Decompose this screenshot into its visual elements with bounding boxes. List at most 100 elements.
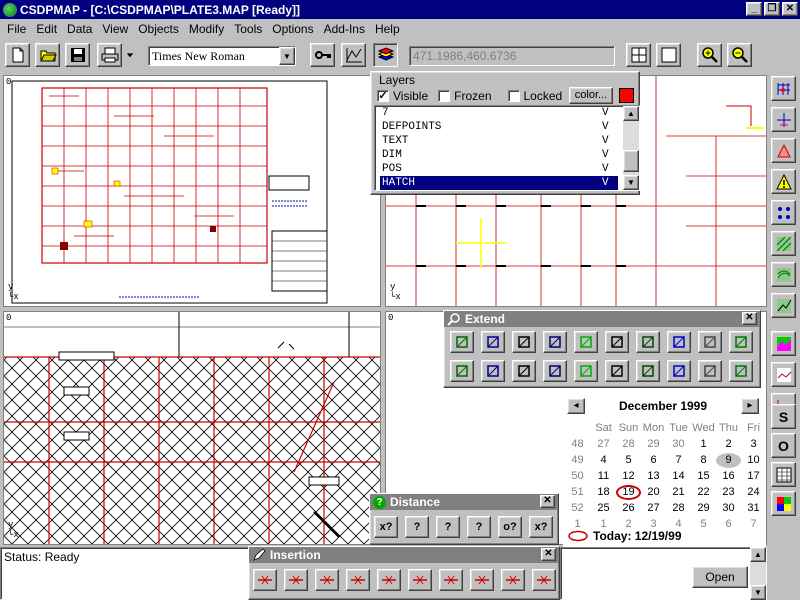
insert-angle-icon[interactable] — [408, 569, 432, 591]
menu-objects[interactable]: Objects — [133, 22, 184, 36]
distance-close-button[interactable]: ✕ — [540, 495, 555, 508]
calendar-day[interactable]: 19 — [616, 485, 641, 500]
app-icon[interactable] — [3, 2, 17, 17]
calendar-day[interactable]: 24 — [741, 485, 766, 500]
close-button[interactable]: ✕ — [782, 2, 798, 16]
menu-file[interactable]: File — [2, 22, 31, 36]
scroll-up-icon[interactable]: ▲ — [750, 547, 766, 562]
calendar-day[interactable]: 14 — [666, 469, 691, 484]
scroll-down-icon[interactable]: ▼ — [750, 585, 766, 600]
calendar-day[interactable]: 27 — [591, 437, 616, 452]
message-scrollbar[interactable]: ▲ ▼ — [750, 547, 766, 600]
insert-node-icon[interactable] — [346, 569, 370, 591]
profile-icon[interactable] — [771, 362, 796, 387]
single-view-icon[interactable] — [656, 43, 681, 67]
menu-edit[interactable]: Edit — [31, 22, 62, 36]
palette-icon[interactable] — [771, 491, 796, 516]
layer-tool-icon[interactable] — [341, 43, 366, 67]
distance-volume-button[interactable]: ? — [467, 516, 491, 538]
menu-options[interactable]: Options — [267, 22, 318, 36]
snap-point-icon[interactable] — [771, 107, 796, 132]
insertion-close-button[interactable]: ✕ — [541, 548, 556, 561]
layer-row[interactable]: DIM V — [380, 148, 618, 162]
layer-row-selected[interactable]: HATCH V — [380, 176, 618, 190]
insert-triangle-icon[interactable] — [532, 569, 556, 591]
extend-titlebar[interactable]: Extend ✕ — [444, 311, 760, 327]
stack-icon[interactable] — [729, 331, 753, 353]
calendar-day[interactable]: 28 — [666, 501, 691, 516]
hatch-tool-icon[interactable] — [771, 231, 796, 256]
warning-icon[interactable] — [771, 169, 796, 194]
calendar-day[interactable]: 15 — [691, 469, 716, 484]
zoom-in-icon[interactable] — [697, 43, 722, 67]
insert-end-icon[interactable] — [377, 569, 401, 591]
distance-area-button[interactable]: ? — [436, 516, 460, 538]
o-button[interactable]: O — [771, 433, 796, 458]
save-disk-icon[interactable] — [65, 43, 90, 67]
calendar-day[interactable]: 6 — [641, 453, 666, 468]
calendar-day[interactable]: 23 — [716, 485, 741, 500]
edit-path-icon[interactable] — [771, 293, 796, 318]
tile-view-icon[interactable] — [626, 43, 651, 67]
distance-point-button[interactable]: x? — [374, 516, 398, 538]
nodes-icon[interactable] — [698, 331, 722, 353]
insert-circle-icon[interactable] — [315, 569, 339, 591]
open-folder-icon[interactable] — [35, 43, 60, 67]
print-icon[interactable] — [97, 43, 122, 67]
document-icon[interactable] — [698, 360, 722, 382]
font-select[interactable]: Times New Roman ▼ — [148, 46, 296, 66]
insert-arc-icon[interactable] — [470, 569, 494, 591]
undo-icon[interactable] — [512, 331, 536, 353]
calendar-day[interactable]: 7 — [741, 517, 766, 532]
rotate-icon[interactable] — [543, 360, 567, 382]
calendar-day[interactable]: 27 — [641, 501, 666, 516]
hatch-lines-icon[interactable] — [574, 360, 598, 382]
shape-icon[interactable] — [771, 138, 796, 163]
drawing-pane-bottom-left[interactable]: 0 y └x — [3, 311, 381, 545]
insertion-titlebar[interactable]: Insertion ✕ — [249, 547, 559, 563]
redo-icon[interactable] — [543, 331, 567, 353]
restore-button[interactable]: ❐ — [764, 2, 780, 16]
key-icon[interactable] — [310, 43, 335, 67]
split-icon[interactable] — [667, 331, 691, 353]
calendar-day[interactable]: 18 — [591, 485, 616, 500]
scene-icon[interactable] — [729, 360, 753, 382]
calendar-day[interactable]: 16 — [716, 469, 741, 484]
insert-cross-icon[interactable] — [284, 569, 308, 591]
layer-row[interactable]: POS V — [380, 162, 618, 176]
insert-point-icon[interactable] — [501, 569, 525, 591]
calendar-day[interactable]: 20 — [641, 485, 666, 500]
visible-checkbox[interactable]: ✓ — [377, 90, 389, 102]
distance-titlebar[interactable]: ? Distance ✕ — [370, 494, 558, 510]
calendar-day[interactable]: 29 — [691, 501, 716, 516]
area-fill-icon[interactable] — [512, 360, 536, 382]
new-file-icon[interactable] — [5, 43, 30, 67]
menu-help[interactable]: Help — [370, 22, 405, 36]
frozen-checkbox[interactable] — [438, 90, 451, 102]
distance-circle-button[interactable]: o? — [498, 516, 522, 538]
layer-row[interactable]: 7V — [380, 106, 618, 120]
calendar-day[interactable]: 1 — [691, 437, 716, 452]
parallel-icon[interactable] — [605, 360, 629, 382]
calendar-day[interactable]: 5 — [616, 453, 641, 468]
nodes-icon[interactable] — [771, 200, 796, 225]
calendar-day[interactable]: 30 — [666, 437, 691, 452]
calendar-day[interactable]: 5 — [691, 517, 716, 532]
layer-copy-icon[interactable] — [636, 331, 660, 353]
move-cross-icon[interactable] — [481, 360, 505, 382]
line-edit-icon[interactable] — [667, 360, 691, 382]
curve-icon[interactable] — [636, 360, 660, 382]
calendar-day[interactable]: 29 — [641, 437, 666, 452]
snap-square-icon[interactable] — [574, 331, 598, 353]
color-swatch[interactable] — [619, 88, 634, 103]
layer-row[interactable]: DEFPOINTS V — [380, 120, 618, 134]
pencil-eraser-icon[interactable] — [481, 331, 505, 353]
today-row[interactable]: Today: 12/19/99 — [567, 529, 682, 543]
open-button[interactable]: Open — [692, 566, 748, 588]
scroll-thumb[interactable] — [623, 150, 639, 172]
s-button[interactable]: S — [771, 404, 796, 429]
calendar-day[interactable]: 12 — [616, 469, 641, 484]
terrain-icon[interactable] — [771, 262, 796, 287]
menu-tools[interactable]: Tools — [229, 22, 267, 36]
calendar-day[interactable]: 3 — [741, 437, 766, 452]
